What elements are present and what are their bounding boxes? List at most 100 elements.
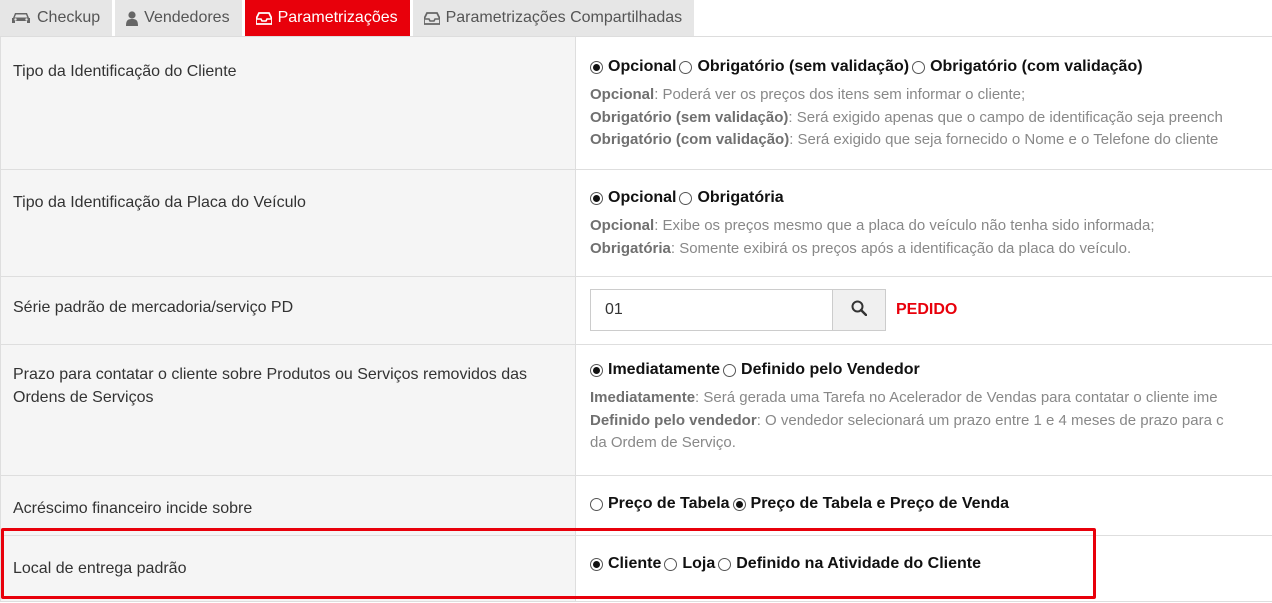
radio-circle[interactable] <box>679 60 693 74</box>
radio-circle[interactable] <box>590 60 603 74</box>
description-line: Opcional: Poderá ver os preços dos itens… <box>590 84 1272 107</box>
serie-description-tag: PEDIDO <box>896 301 958 318</box>
radio-label: Opcional <box>608 189 677 206</box>
serie-search-button[interactable] <box>833 289 886 331</box>
row-label: Tipo da Identificação da Placa do Veícul… <box>0 170 576 276</box>
row-label: Prazo para contatar o cliente sobre Prod… <box>0 345 576 475</box>
radio-cliente[interactable]: Cliente <box>590 555 661 573</box>
description-line: Obrigatória: Somente exibirá os preços a… <box>590 238 1272 261</box>
search-icon <box>851 300 868 321</box>
description-text: : O vendedor selecionará um prazo entre … <box>756 411 1224 429</box>
radio-label: Obrigatório (sem validação) <box>697 58 910 75</box>
row-value: Imediatamente Definido pelo Vendedor Ime… <box>576 345 1272 475</box>
row-cliente-identificacao: Tipo da Identificação do Cliente Opciona… <box>0 37 1272 170</box>
radio-preco-de-tabela[interactable]: Preço de Tabela <box>590 495 730 513</box>
inbox-icon <box>423 11 440 25</box>
user-icon <box>126 10 139 26</box>
radio-circle[interactable] <box>679 191 693 205</box>
row-label: Acréscimo financeiro incide sobre <box>0 476 576 535</box>
radio-circle[interactable] <box>732 497 746 511</box>
tab-parametrizacoes[interactable]: Parametrizações <box>244 0 410 36</box>
description-text: : Exibe os preços mesmo que a placa do v… <box>654 217 1155 234</box>
description-text: : Somente exibirá os preços após a ident… <box>670 239 1132 257</box>
tab-parametrizacoes-compartilhadas[interactable]: Parametrizações Compartilhadas <box>412 0 695 36</box>
settings-table: Tipo da Identificação do Cliente Opciona… <box>0 36 1272 602</box>
tab-vendedores[interactable]: Vendedores <box>115 0 242 36</box>
radio-definido-na-atividade[interactable]: Definido na Atividade do Cliente <box>718 555 981 573</box>
row-acrescimo-financeiro: Acréscimo financeiro incide sobre Preço … <box>0 476 1272 536</box>
row-value: Cliente Loja Definido na Atividade do Cl… <box>576 536 1272 601</box>
radio-circle[interactable] <box>723 363 737 377</box>
radio-label: Cliente <box>608 555 662 572</box>
radio-circle[interactable] <box>718 557 732 571</box>
description-term: Obrigatório (sem validação) <box>590 108 789 126</box>
radio-circle[interactable] <box>590 191 603 205</box>
radio-label: Loja <box>682 555 716 572</box>
tab-label: Vendedores <box>144 9 230 26</box>
row-value: Opcional Obrigatória Opcional: Exibe os … <box>576 170 1272 276</box>
row-value: PEDIDO <box>576 277 1272 344</box>
description-line: Imediatamente: Será gerada uma Tarefa no… <box>590 387 1272 410</box>
inbox-icon <box>255 11 272 25</box>
radio-circle[interactable] <box>590 497 603 511</box>
radio-loja[interactable]: Loja <box>664 555 715 573</box>
radio-label: Imediatamente <box>608 361 721 378</box>
radio-label: Preço de Tabela <box>608 495 730 512</box>
description-line: Opcional: Exibe os preços mesmo que a pl… <box>590 215 1272 238</box>
radio-definido-pelo-vendedor[interactable]: Definido pelo Vendedor <box>723 361 920 379</box>
radio-obrigatorio-com-validacao[interactable]: Obrigatório (com validação) <box>912 58 1143 76</box>
radio-group: Opcional Obrigatória <box>590 189 1272 207</box>
description-line: da Ordem de Serviço. <box>590 432 1272 455</box>
radio-label: Obrigatória <box>697 189 784 206</box>
description-text: : Poderá ver os preços dos itens sem inf… <box>654 86 1026 103</box>
serie-input[interactable] <box>590 289 833 331</box>
row-placa-identificacao: Tipo da Identificação da Placa do Veícul… <box>0 170 1272 277</box>
row-label: Tipo da Identificação do Cliente <box>0 37 576 169</box>
description-term: Opcional <box>590 217 655 234</box>
radio-opcional[interactable]: Opcional <box>590 58 676 76</box>
description-text: : Será gerada uma Tarefa no Acelerador d… <box>695 389 1218 406</box>
description-text: : Será exigido que seja fornecido o Nome… <box>789 131 1219 148</box>
tab-label: Checkup <box>37 9 101 26</box>
tab-label: Parametrizações <box>277 9 398 26</box>
radio-group: Preço de Tabela Preço de Tabela e Preço … <box>590 495 1272 513</box>
tab-bar: Checkup Vendedores Parametrizações Param… <box>0 0 697 36</box>
radio-opcional[interactable]: Opcional <box>590 189 676 207</box>
description-term: Imediatamente <box>590 389 696 406</box>
description-term: Opcional <box>590 86 655 103</box>
description-term: Obrigatória <box>590 239 671 257</box>
description: Imediatamente: Será gerada uma Tarefa no… <box>590 387 1272 455</box>
car-icon <box>11 11 31 25</box>
row-label: Série padrão de mercadoria/serviço PD <box>0 277 576 344</box>
description-line: Obrigatório (com validação): Será exigid… <box>590 129 1272 152</box>
description: Opcional: Poderá ver os preços dos itens… <box>590 84 1272 152</box>
tab-checkup[interactable]: Checkup <box>0 0 113 36</box>
radio-label: Preço de Tabela e Preço de Venda <box>750 495 1010 512</box>
radio-imediatamente[interactable]: Imediatamente <box>590 361 720 379</box>
row-label: Local de entrega padrão <box>0 536 576 601</box>
radio-label: Definido na Atividade do Cliente <box>736 555 981 572</box>
row-serie-padrao: Série padrão de mercadoria/serviço PD PE… <box>0 277 1272 345</box>
radio-label: Obrigatório (com validação) <box>930 58 1143 75</box>
description-line: Definido pelo vendedor: O vendedor selec… <box>590 410 1272 433</box>
radio-label: Definido pelo Vendedor <box>741 361 920 378</box>
radio-circle[interactable] <box>590 363 603 377</box>
description-line: Obrigatório (sem validação): Será exigid… <box>590 107 1272 130</box>
radio-label: Opcional <box>608 58 677 75</box>
radio-circle[interactable] <box>912 60 926 74</box>
radio-circle[interactable] <box>664 557 678 571</box>
radio-preco-de-tabela-e-venda[interactable]: Preço de Tabela e Preço de Venda <box>732 495 1010 513</box>
radio-group: Cliente Loja Definido na Atividade do Cl… <box>590 555 1272 573</box>
radio-obrigatoria[interactable]: Obrigatória <box>679 189 784 207</box>
description-term: Definido pelo vendedor <box>590 411 757 429</box>
description-term: Obrigatório (com validação) <box>590 131 790 148</box>
radio-group: Opcional Obrigatório (sem validação) Obr… <box>590 58 1272 76</box>
radio-group: Imediatamente Definido pelo Vendedor <box>590 361 1272 379</box>
radio-circle[interactable] <box>590 557 603 571</box>
row-value: Opcional Obrigatório (sem validação) Obr… <box>576 37 1272 169</box>
description: Opcional: Exibe os preços mesmo que a pl… <box>590 215 1272 260</box>
radio-obrigatorio-sem-validacao[interactable]: Obrigatório (sem validação) <box>679 58 909 76</box>
row-value: Preço de Tabela Preço de Tabela e Preço … <box>576 476 1272 535</box>
row-prazo-contato: Prazo para contatar o cliente sobre Prod… <box>0 345 1272 476</box>
description-text: : Será exigido apenas que o campo de ide… <box>788 108 1223 126</box>
